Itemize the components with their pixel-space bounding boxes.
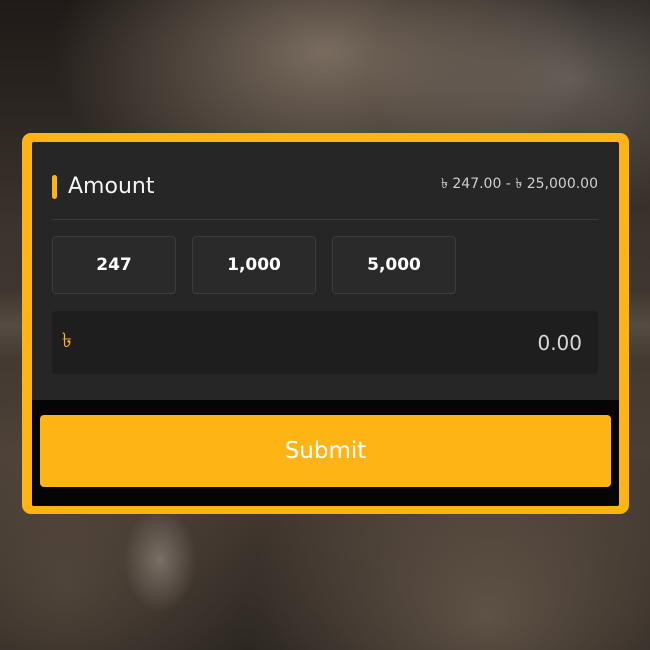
amount-header: Amount ৳ 247.00 - ৳ 25,000.00 [52, 172, 598, 220]
preset-amount-button[interactable]: 5,000 [332, 236, 456, 294]
amount-range: ৳ 247.00 - ৳ 25,000.00 [440, 176, 598, 192]
amount-input[interactable] [84, 330, 582, 355]
amount-field[interactable]: ৳ [52, 311, 598, 374]
modal-panel: Amount ৳ 247.00 - ৳ 25,000.00 247 1,000 … [32, 142, 619, 506]
preset-amount-button[interactable]: 247 [52, 236, 176, 294]
submit-button[interactable]: Submit [40, 415, 611, 487]
modal-footer: Submit [32, 400, 619, 506]
deposit-amount-modal: Amount ৳ 247.00 - ৳ 25,000.00 247 1,000 … [22, 133, 629, 514]
title-accent-bar [52, 175, 57, 199]
preset-amount-button[interactable]: 1,000 [192, 236, 316, 294]
taka-currency-icon: ৳ [62, 328, 72, 352]
amount-title: Amount [68, 174, 155, 199]
preset-amounts: 247 1,000 5,000 [52, 236, 456, 294]
background-cricketer-figure [95, 500, 225, 650]
amount-title-group: Amount [52, 172, 154, 202]
